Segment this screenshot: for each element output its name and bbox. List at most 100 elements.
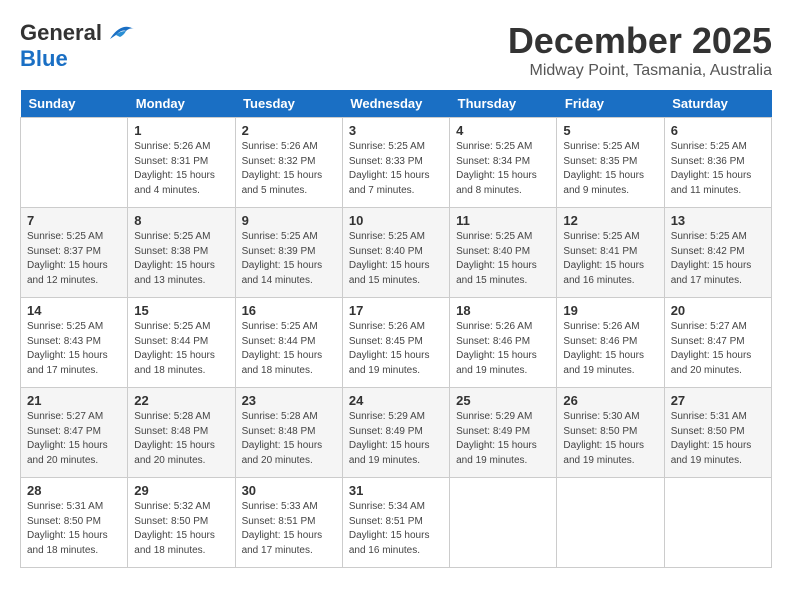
- calendar-cell: 26Sunrise: 5:30 AMSunset: 8:50 PMDayligh…: [557, 388, 664, 478]
- calendar-cell: 28 Sunrise: 5:31 AMSunset: 8:50 PMDayligh…: [21, 478, 128, 568]
- cell-info: Sunrise: 5:25 AMSunset: 8:44 PMDaylight:…: [134, 320, 228, 378]
- calendar-cell: 8 Sunrise: 5:25 AMSunset: 8:38 PMDaylight…: [128, 208, 235, 298]
- day-number: 6: [671, 123, 765, 138]
- calendar-cell: 24 Sunrise: 5:29 AMSunset: 8:49 PMDayligh…: [342, 388, 449, 478]
- day-number: 19: [563, 303, 657, 318]
- cell-info: Sunrise: 5:25 AMSunset: 8:42 PMDaylight:…: [671, 230, 765, 288]
- calendar-cell: 27 Sunrise: 5:31 AMSunset: 8:50 PMDayligh…: [664, 388, 771, 478]
- calendar-week-row: 21 Sunrise: 5:27 AMSunset: 8:47 PMDayligh…: [21, 388, 772, 478]
- calendar-cell: [557, 478, 664, 568]
- calendar-cell: 12 Sunrise: 5:25 AMSunset: 8:41 PMDayligh…: [557, 208, 664, 298]
- day-number: 22: [134, 393, 228, 408]
- logo-blue-text: Blue: [20, 46, 68, 72]
- cell-info: Sunrise: 5:25 AMSunset: 8:35 PMDaylight:…: [563, 140, 657, 198]
- cell-info: Sunrise: 5:25 AMSunset: 8:41 PMDaylight:…: [563, 230, 657, 288]
- calendar-cell: 19 Sunrise: 5:26 AMSunset: 8:46 PMDayligh…: [557, 298, 664, 388]
- cell-info: Sunrise: 5:31 AMSunset: 8:50 PMDaylight:…: [671, 410, 765, 468]
- calendar-cell: 2 Sunrise: 5:26 AMSunset: 8:32 PMDaylight…: [235, 118, 342, 208]
- calendar-cell: 17Sunrise: 5:26 AMSunset: 8:45 PMDayligh…: [342, 298, 449, 388]
- day-number: 16: [242, 303, 336, 318]
- calendar-cell: 18Sunrise: 5:26 AMSunset: 8:46 PMDayligh…: [450, 298, 557, 388]
- cell-info: Sunrise: 5:26 AMSunset: 8:31 PMDaylight:…: [134, 140, 228, 198]
- day-number: 8: [134, 213, 228, 228]
- cell-info: Sunrise: 5:29 AMSunset: 8:49 PMDaylight:…: [349, 410, 443, 468]
- header-day-sunday: Sunday: [21, 90, 128, 118]
- day-number: 13: [671, 213, 765, 228]
- day-number: 26: [563, 393, 657, 408]
- calendar-cell: 20Sunrise: 5:27 AMSunset: 8:47 PMDayligh…: [664, 298, 771, 388]
- calendar-table: SundayMondayTuesdayWednesdayThursdayFrid…: [20, 90, 772, 568]
- day-number: 24: [349, 393, 443, 408]
- calendar-cell: 22Sunrise: 5:28 AMSunset: 8:48 PMDayligh…: [128, 388, 235, 478]
- calendar-cell: 14 Sunrise: 5:25 AMSunset: 8:43 PMDayligh…: [21, 298, 128, 388]
- day-number: 4: [456, 123, 550, 138]
- cell-info: Sunrise: 5:25 AMSunset: 8:40 PMDaylight:…: [456, 230, 550, 288]
- logo: General Blue: [20, 20, 136, 72]
- calendar-cell: [664, 478, 771, 568]
- cell-info: Sunrise: 5:25 AMSunset: 8:39 PMDaylight:…: [242, 230, 336, 288]
- calendar-cell: 3Sunrise: 5:25 AMSunset: 8:33 PMDaylight…: [342, 118, 449, 208]
- calendar-week-row: 14 Sunrise: 5:25 AMSunset: 8:43 PMDayligh…: [21, 298, 772, 388]
- cell-info: Sunrise: 5:25 AMSunset: 8:34 PMDaylight:…: [456, 140, 550, 198]
- day-number: 12: [563, 213, 657, 228]
- cell-info: Sunrise: 5:25 AMSunset: 8:37 PMDaylight:…: [27, 230, 121, 288]
- day-number: 27: [671, 393, 765, 408]
- logo-bird-icon: [106, 21, 136, 45]
- cell-info: Sunrise: 5:25 AMSunset: 8:38 PMDaylight:…: [134, 230, 228, 288]
- day-number: 10: [349, 213, 443, 228]
- calendar-cell: 4 Sunrise: 5:25 AMSunset: 8:34 PMDaylight…: [450, 118, 557, 208]
- day-number: 29: [134, 483, 228, 498]
- calendar-cell: 6 Sunrise: 5:25 AMSunset: 8:36 PMDaylight…: [664, 118, 771, 208]
- day-number: 2: [242, 123, 336, 138]
- day-number: 20: [671, 303, 765, 318]
- cell-info: Sunrise: 5:29 AMSunset: 8:49 PMDaylight:…: [456, 410, 550, 468]
- header-day-monday: Monday: [128, 90, 235, 118]
- calendar-cell: 30 Sunrise: 5:33 AMSunset: 8:51 PMDayligh…: [235, 478, 342, 568]
- calendar-cell: 25Sunrise: 5:29 AMSunset: 8:49 PMDayligh…: [450, 388, 557, 478]
- calendar-cell: 9 Sunrise: 5:25 AMSunset: 8:39 PMDaylight…: [235, 208, 342, 298]
- calendar-cell: 5 Sunrise: 5:25 AMSunset: 8:35 PMDaylight…: [557, 118, 664, 208]
- day-number: 7: [27, 213, 121, 228]
- cell-info: Sunrise: 5:28 AMSunset: 8:48 PMDaylight:…: [242, 410, 336, 468]
- day-number: 14: [27, 303, 121, 318]
- calendar-cell: 31 Sunrise: 5:34 AMSunset: 8:51 PMDayligh…: [342, 478, 449, 568]
- calendar-cell: 1Sunrise: 5:26 AMSunset: 8:31 PMDaylight…: [128, 118, 235, 208]
- day-number: 21: [27, 393, 121, 408]
- page-header: General Blue December 2025 Midway Point,…: [20, 20, 772, 80]
- day-number: 30: [242, 483, 336, 498]
- calendar-cell: 16 Sunrise: 5:25 AMSunset: 8:44 PMDayligh…: [235, 298, 342, 388]
- day-number: 23: [242, 393, 336, 408]
- header-day-friday: Friday: [557, 90, 664, 118]
- cell-info: Sunrise: 5:25 AMSunset: 8:33 PMDaylight:…: [349, 140, 443, 198]
- cell-info: Sunrise: 5:32 AMSunset: 8:50 PMDaylight:…: [134, 500, 228, 558]
- location-text: Midway Point, Tasmania, Australia: [508, 62, 772, 80]
- header-day-wednesday: Wednesday: [342, 90, 449, 118]
- cell-info: Sunrise: 5:25 AMSunset: 8:36 PMDaylight:…: [671, 140, 765, 198]
- cell-info: Sunrise: 5:26 AMSunset: 8:45 PMDaylight:…: [349, 320, 443, 378]
- header-day-tuesday: Tuesday: [235, 90, 342, 118]
- cell-info: Sunrise: 5:27 AMSunset: 8:47 PMDaylight:…: [27, 410, 121, 468]
- day-number: 28: [27, 483, 121, 498]
- header-day-saturday: Saturday: [664, 90, 771, 118]
- cell-info: Sunrise: 5:33 AMSunset: 8:51 PMDaylight:…: [242, 500, 336, 558]
- cell-info: Sunrise: 5:25 AMSunset: 8:44 PMDaylight:…: [242, 320, 336, 378]
- cell-info: Sunrise: 5:26 AMSunset: 8:46 PMDaylight:…: [456, 320, 550, 378]
- day-number: 15: [134, 303, 228, 318]
- cell-info: Sunrise: 5:31 AMSunset: 8:50 PMDaylight:…: [27, 500, 121, 558]
- calendar-cell: 21 Sunrise: 5:27 AMSunset: 8:47 PMDayligh…: [21, 388, 128, 478]
- day-number: 31: [349, 483, 443, 498]
- cell-info: Sunrise: 5:34 AMSunset: 8:51 PMDaylight:…: [349, 500, 443, 558]
- cell-info: Sunrise: 5:26 AMSunset: 8:46 PMDaylight:…: [563, 320, 657, 378]
- cell-info: Sunrise: 5:26 AMSunset: 8:32 PMDaylight:…: [242, 140, 336, 198]
- calendar-cell: [450, 478, 557, 568]
- calendar-cell: 15 Sunrise: 5:25 AMSunset: 8:44 PMDayligh…: [128, 298, 235, 388]
- calendar-week-row: 28 Sunrise: 5:31 AMSunset: 8:50 PMDayligh…: [21, 478, 772, 568]
- month-title: December 2025: [508, 20, 772, 62]
- header-day-thursday: Thursday: [450, 90, 557, 118]
- calendar-week-row: 1Sunrise: 5:26 AMSunset: 8:31 PMDaylight…: [21, 118, 772, 208]
- day-number: 9: [242, 213, 336, 228]
- title-section: December 2025 Midway Point, Tasmania, Au…: [508, 20, 772, 80]
- day-number: 5: [563, 123, 657, 138]
- cell-info: Sunrise: 5:25 AMSunset: 8:43 PMDaylight:…: [27, 320, 121, 378]
- calendar-cell: 23 Sunrise: 5:28 AMSunset: 8:48 PMDayligh…: [235, 388, 342, 478]
